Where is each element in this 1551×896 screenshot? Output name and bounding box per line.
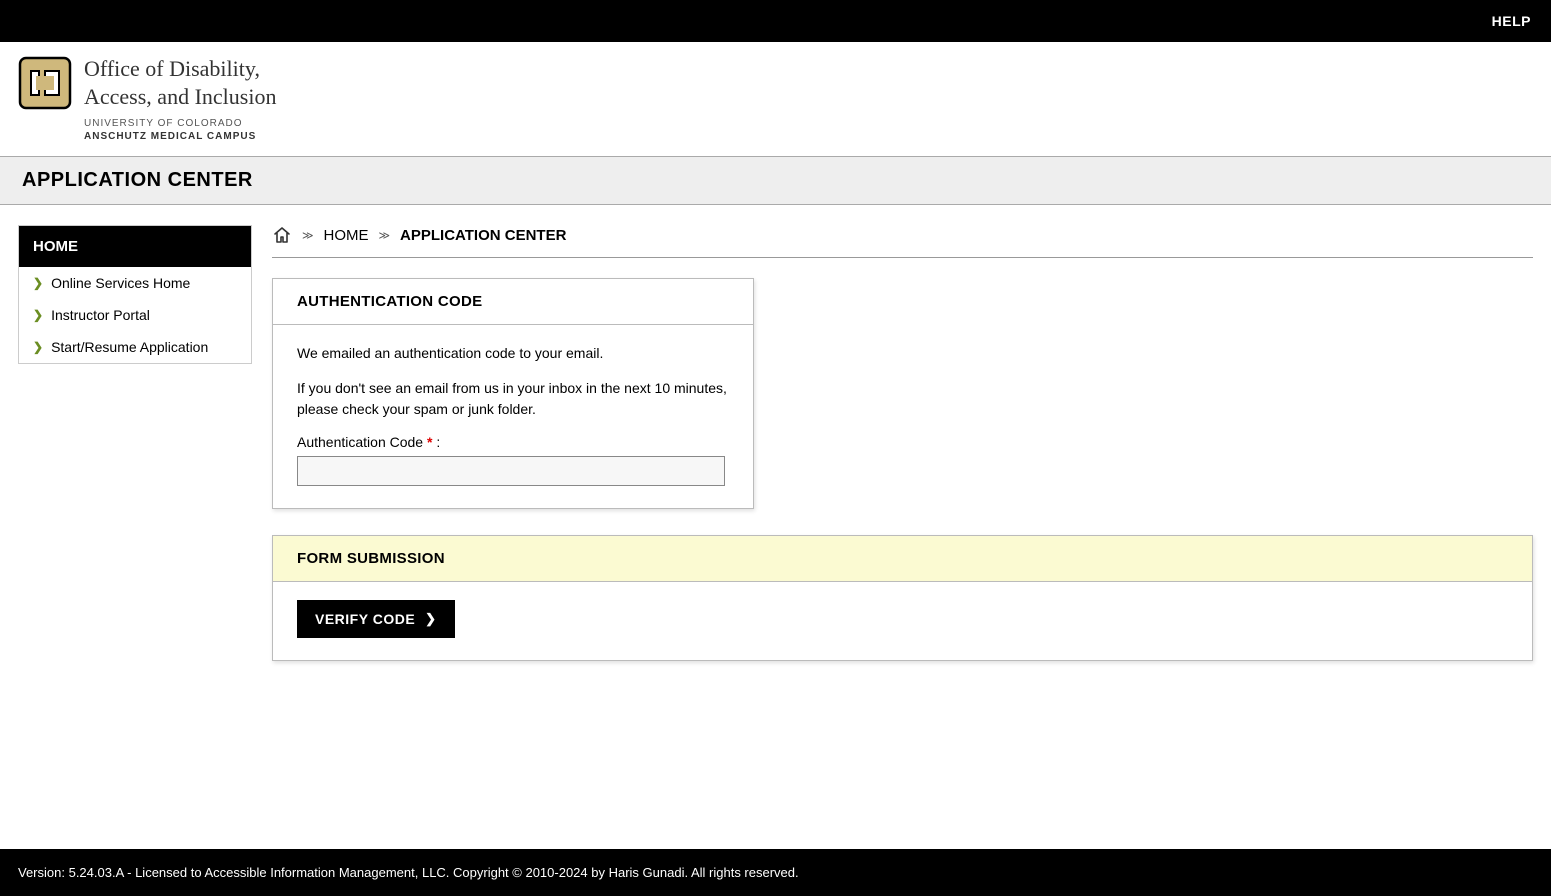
sidebar-item-online-services[interactable]: ❯ Online Services Home (19, 267, 251, 299)
top-bar: HELP (0, 0, 1551, 42)
breadcrumb: ≫ HOME ≫ APPLICATION CENTER (272, 225, 1533, 258)
auth-message-1: We emailed an authentication code to you… (297, 343, 729, 364)
sidebar-heading: HOME (19, 226, 251, 267)
logo-area: Office of Disability, Access, and Inclus… (0, 42, 1551, 156)
breadcrumb-separator-icon: ≫ (379, 229, 391, 242)
button-label: VERIFY CODE (315, 611, 415, 627)
panel-body: We emailed an authentication code to you… (273, 325, 753, 508)
sidebar: HOME ❯ Online Services Home ❯ Instructor… (18, 225, 252, 364)
sidebar-item-instructor-portal[interactable]: ❯ Instructor Portal (19, 299, 251, 331)
help-link[interactable]: HELP (1492, 13, 1531, 29)
logo-text: Office of Disability, Access, and Inclus… (84, 56, 276, 142)
breadcrumb-home[interactable]: HOME (324, 227, 369, 244)
sidebar-item-label: Online Services Home (51, 275, 190, 291)
authentication-code-panel: AUTHENTICATION CODE We emailed an authen… (272, 278, 754, 509)
chevron-right-icon: ❯ (425, 611, 436, 627)
panel-body: VERIFY CODE ❯ (273, 582, 1532, 660)
auth-code-label-text: Authentication Code (297, 434, 423, 450)
label-suffix: : (436, 434, 440, 450)
sidebar-item-label: Start/Resume Application (51, 339, 208, 355)
main-content: ≫ HOME ≫ APPLICATION CENTER AUTHENTICATI… (272, 225, 1533, 687)
chevron-right-icon: ❯ (33, 308, 43, 322)
sidebar-item-label: Instructor Portal (51, 307, 150, 323)
page-title: APPLICATION CENTER (22, 169, 1529, 192)
cu-logo-icon (18, 56, 72, 110)
page-title-bar: APPLICATION CENTER (0, 156, 1551, 205)
panel-heading: FORM SUBMISSION (273, 536, 1532, 582)
sidebar-list: ❯ Online Services Home ❯ Instructor Port… (19, 267, 251, 363)
footer: Version: 5.24.03.A - Licensed to Accessi… (0, 849, 1551, 896)
auth-code-label: Authentication Code * : (297, 434, 729, 450)
verify-code-button[interactable]: VERIFY CODE ❯ (297, 600, 455, 638)
logo[interactable]: Office of Disability, Access, and Inclus… (18, 56, 1533, 142)
sidebar-item-start-resume-application[interactable]: ❯ Start/Resume Application (19, 331, 251, 363)
logo-subtitle-1: UNIVERSITY OF COLORADO (84, 118, 276, 129)
panel-heading: AUTHENTICATION CODE (273, 279, 753, 325)
auth-code-input[interactable] (297, 456, 725, 486)
required-asterisk: * (423, 434, 432, 450)
breadcrumb-separator-icon: ≫ (302, 229, 314, 242)
footer-text: Version: 5.24.03.A - Licensed to Accessi… (18, 865, 799, 880)
chevron-right-icon: ❯ (33, 276, 43, 290)
logo-subtitle-2: ANSCHUTZ MEDICAL CAMPUS (84, 131, 276, 142)
auth-message-2: If you don't see an email from us in you… (297, 378, 729, 420)
breadcrumb-current: APPLICATION CENTER (400, 227, 566, 244)
form-submission-panel: FORM SUBMISSION VERIFY CODE ❯ (272, 535, 1533, 661)
chevron-right-icon: ❯ (33, 340, 43, 354)
logo-line1: Office of Disability, (84, 56, 276, 82)
logo-line2: Access, and Inclusion (84, 84, 276, 110)
home-icon[interactable] (272, 225, 292, 245)
